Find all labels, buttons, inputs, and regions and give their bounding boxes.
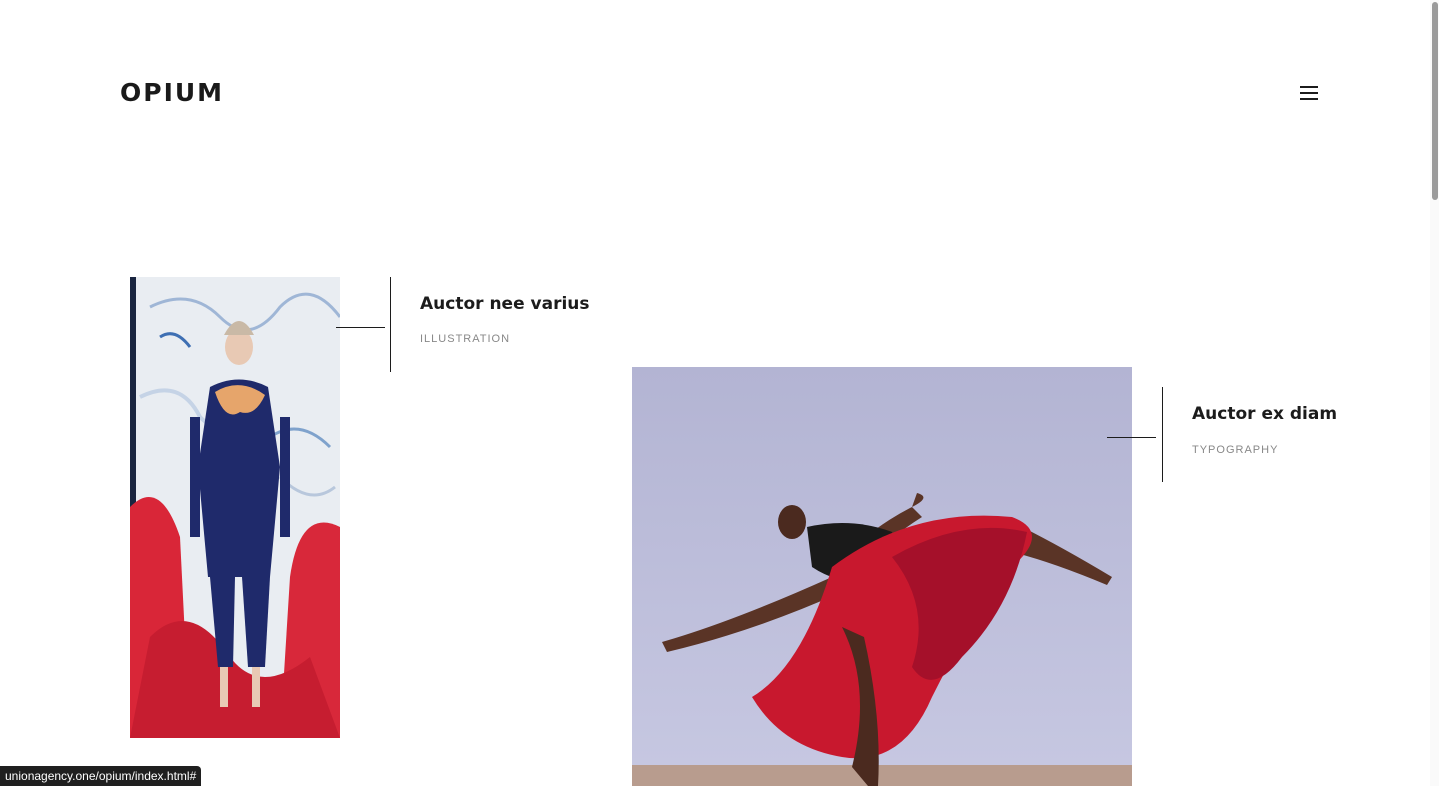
fashion-model-photo xyxy=(130,277,340,738)
menu-bar-middle xyxy=(1300,92,1318,94)
item1-category: ILLUSTRATION xyxy=(420,333,511,345)
portfolio-item-image-fashion[interactable] xyxy=(130,277,340,738)
item1-divider-line xyxy=(390,277,391,372)
browser-status-url: unionagency.one/opium/index.html# xyxy=(0,766,202,786)
item2-divider-line xyxy=(1162,387,1163,482)
page: OPIUM Auctor nee varius ILLUSTRATION Auc… xyxy=(0,0,1439,786)
dancer-red-fabric-photo xyxy=(632,367,1132,786)
item2-connector-line xyxy=(1107,437,1156,438)
item1-connector-line xyxy=(336,327,385,328)
menu-bar-bottom xyxy=(1300,98,1318,100)
menu-bar-top xyxy=(1300,86,1318,88)
vertical-scrollbar[interactable] xyxy=(1430,0,1439,786)
portfolio-item-image-dancer[interactable] xyxy=(632,367,1132,786)
hamburger-menu-icon[interactable] xyxy=(1296,82,1322,104)
site-logo[interactable]: OPIUM xyxy=(120,78,224,107)
item2-category: TYPOGRAPHY xyxy=(1192,444,1279,456)
item1-title[interactable]: Auctor nee varius xyxy=(420,294,590,314)
scrollbar-thumb[interactable] xyxy=(1432,2,1438,200)
item2-title[interactable]: Auctor ex diam xyxy=(1192,404,1337,424)
